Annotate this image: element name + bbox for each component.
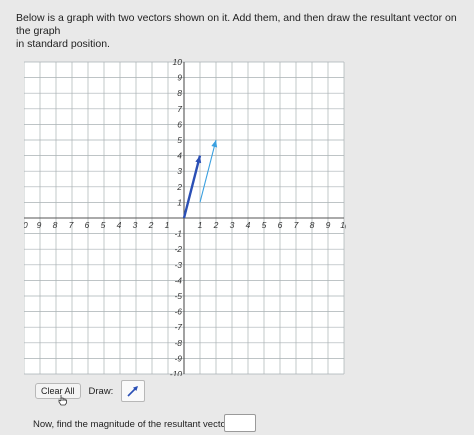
y-tick-label: 4: [177, 151, 182, 161]
y-tick-label: -3: [174, 260, 182, 270]
y-tick-label: -5: [174, 291, 182, 301]
y-tick-label: -9: [174, 353, 182, 363]
vector-arrow-icon[interactable]: [121, 380, 146, 402]
x-tick-label: 7: [294, 220, 299, 230]
magnitude-question: Now, find the magnitude of the resultant…: [33, 419, 229, 430]
x-tick-label: 4: [246, 220, 251, 230]
x-tick-label: 3: [133, 220, 138, 230]
y-tick-label: -8: [174, 338, 182, 348]
magnitude-answer-input[interactable]: [224, 414, 256, 432]
x-tick-label: 1(: [340, 220, 346, 230]
x-tick-label: 5: [101, 220, 106, 230]
y-tick-label: 9: [177, 73, 182, 83]
x-tick-label: 8: [53, 220, 58, 230]
x-tick-label: 9: [37, 220, 42, 230]
y-tick-label: 5: [177, 135, 182, 145]
x-tick-label: 1: [165, 220, 170, 230]
x-tick-label: 9: [326, 220, 331, 230]
x-tick-label: 2: [148, 220, 154, 230]
graph-canvas[interactable]: 109876543211234567891(10987654321-1-2-3-…: [24, 46, 346, 376]
y-tick-label: -10: [170, 369, 183, 376]
y-tick-label: 2: [176, 182, 182, 192]
x-tick-label: 5: [262, 220, 267, 230]
y-tick-label: -7: [174, 322, 182, 332]
y-tick-label: 1: [177, 197, 182, 207]
y-tick-label: -1: [174, 229, 182, 239]
y-tick-label: 8: [177, 88, 182, 98]
x-tick-label: 4: [117, 220, 122, 230]
x-tick-label: 2: [213, 220, 219, 230]
draw-label: Draw:: [88, 385, 114, 397]
instructions-line-1: Below is a graph with two vectors shown …: [16, 12, 457, 37]
x-tick-label: 1: [198, 220, 203, 230]
y-tick-label: -6: [174, 307, 182, 317]
y-tick-label: 7: [177, 104, 182, 114]
x-tick-label: 7: [69, 220, 74, 230]
y-tick-label: -2: [174, 244, 182, 254]
coordinate-graph[interactable]: 109876543211234567891(10987654321-1-2-3-…: [24, 46, 346, 376]
y-tick-label: 6: [177, 119, 182, 129]
y-tick-label: 10: [173, 57, 183, 67]
x-tick-label: 10: [24, 220, 28, 230]
y-tick-label: -4: [174, 275, 182, 285]
x-tick-label: 6: [278, 220, 283, 230]
x-tick-label: 8: [310, 220, 315, 230]
x-tick-label: 3: [230, 220, 235, 230]
hand-cursor-icon: [58, 393, 68, 411]
x-tick-label: 6: [85, 220, 90, 230]
y-tick-label: 3: [177, 166, 182, 176]
drawing-controls: Clear All Draw:: [35, 380, 146, 402]
